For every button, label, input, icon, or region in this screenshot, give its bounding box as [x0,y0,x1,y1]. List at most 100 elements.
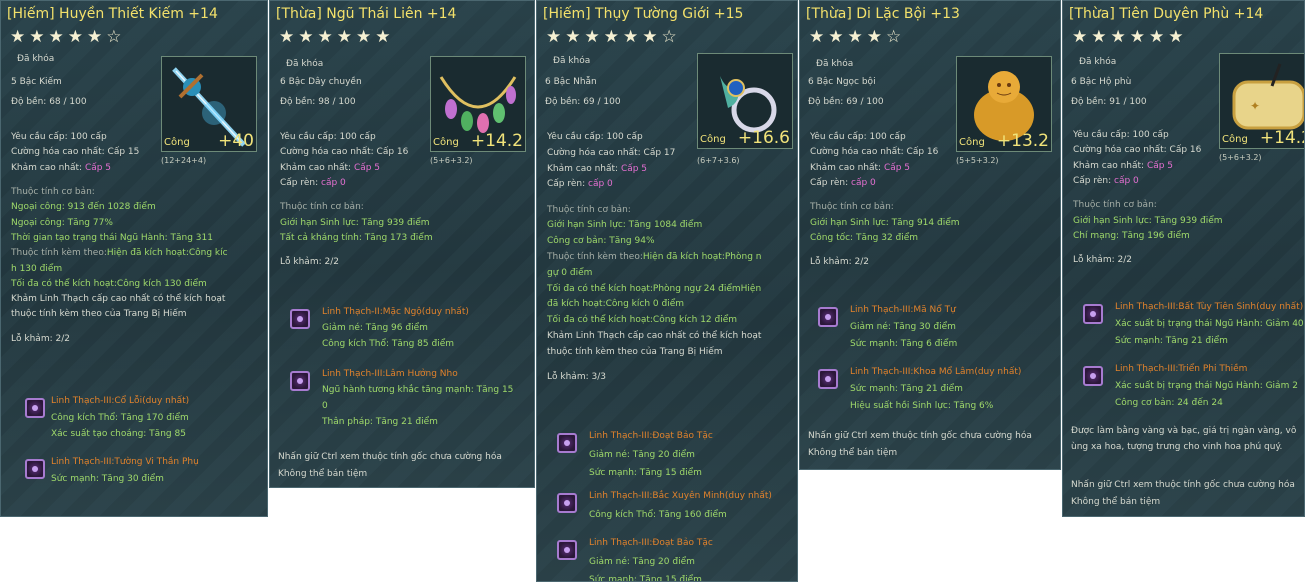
item-description: Được làm bằng vàng và bạc, giá trị ngàn … [1071,426,1297,436]
attribute-text: Cường hóa cao nhất: Cấp 16 [1073,145,1202,156]
attribute-line: Cường hóa cao nhất: Cấp 17 [547,148,675,159]
gem-socket-icon[interactable] [1083,366,1103,386]
gem-line: Sức mạnh: Tăng 21 điểm [1115,336,1228,346]
attack-breakdown: (5+6+3.2) [1219,153,1262,162]
footer-note: Không thể bán tiệm [278,469,368,479]
attribute-line: Thuộc tính kèm theo:Hiện đã kích hoạt:Ph… [547,252,761,263]
attribute-line: Tối đa có thể kích hoạt:Công kích 130 đi… [11,279,207,290]
attribute-text: Cấp rèn: [810,177,852,188]
item-icon-slot[interactable]: Công +40 [161,56,257,152]
gem-line: Giảm né: Tăng 96 điểm [322,323,428,333]
attribute-text: Khảm cao nhất: [280,162,354,173]
gem-line: Sức mạnh: Tăng 21 điểm [850,384,963,394]
item-type: 5 Bậc Kiếm [11,77,62,87]
gem-line: Sức mạnh: Tăng 6 điểm [850,339,958,349]
attribute-line: Lỗ khảm: 2/2 [810,257,869,268]
attribute-text: Hiện đã kích hoạt:Phòng n [642,252,762,263]
attribute-line: Tối đa có thể kích hoạt:Phòng ngự 24 điể… [547,284,761,295]
attribute-line: Thuộc tính cơ bản: [547,205,631,216]
item-title: [Hiếm] Huyền Thiết Kiếm +14 [7,6,218,22]
attribute-text: Cường hóa cao nhất: Cấp 15 [11,147,140,158]
attribute-text: Yêu cầu cấp: 100 cấp [547,132,643,142]
attribute-text: Khảm Linh Thạch cấp cao nhất có thể kích… [547,331,762,342]
attribute-line: Yêu cầu cấp: 100 cấp [1073,130,1169,141]
gem-socket-icon[interactable] [557,540,577,560]
attribute-text: Khảm cao nhất: [1073,160,1147,171]
item-title: [Hiếm] Thụy Tường Giới +15 [543,6,744,22]
attribute-line: Khảm cao nhất: Cấp 5 [810,163,910,174]
attribute-text: Thuộc tính cơ bản: [11,187,95,198]
gem-line: Linh Thạch-III:Lâm Hưởng Nho [322,369,458,379]
durability: Độ bền: 68 / 100 [11,97,87,107]
attribute-line: Khảm cao nhất: Cấp 5 [11,163,111,174]
gem-socket-icon[interactable] [25,459,45,479]
attribute-text: Thuộc tính cơ bản: [547,204,631,215]
gem-line: Linh Thạch-III:Đoạt Bảo Tặc [589,431,713,441]
star-rating: ★★★★★★☆ [546,27,681,47]
gem-socket-icon[interactable] [1083,304,1103,324]
attribute-line: h 130 điểm [11,264,62,275]
attribute-text: cấp 0 [588,179,613,190]
attribute-text: Ngoại công: Tăng 77% [11,217,113,228]
attribute-text: Khảm cao nhất: [810,162,884,173]
attribute-text: cấp 0 [851,177,876,188]
attribute-text: Giới hạn Sinh lực: Tăng 939 điểm [280,217,430,228]
item-icon-slot[interactable]: Công +14.2 [430,56,526,152]
attribute-line: Giới hạn Sinh lực: Tăng 939 điểm [280,218,430,229]
item-icon-slot[interactable]: Công +16.6 [697,53,793,149]
attribute-line: Khảm cao nhất: Cấp 5 [547,164,647,175]
gem-socket-icon[interactable] [557,493,577,513]
attribute-text: h 130 điểm [11,263,63,274]
gem-socket-icon[interactable] [818,307,838,327]
footer-note: Nhấn giữ Ctrl xem thuộc tính gốc chưa cư… [278,452,502,462]
attack-bonus: +16.6 [737,128,790,148]
attribute-line: Khảm Linh Thạch cấp cao nhất có thể kích… [11,294,225,305]
gem-socket-icon[interactable] [290,309,310,329]
attribute-line: Lỗ khảm: 2/2 [1073,255,1132,266]
item-title: [Thừa] Ngũ Thái Liên +14 [276,6,457,22]
attribute-text: Yêu cầu cấp: 100 cấp [1073,130,1169,140]
attribute-line: Yêu cầu cấp: 100 cấp [280,132,376,143]
gem-line: Giảm né: Tăng 30 điểm [850,322,956,332]
gem-line: Xác suất bị trạng thái Ngũ Hành: Giảm 40 [1115,319,1304,329]
footer-note: Không thể bán tiệm [1071,497,1161,507]
gem-socket-icon[interactable] [557,433,577,453]
attribute-line: thuộc tính kèm theo của Trang Bị Hiếm [11,309,187,320]
attribute-text: Thuộc tính kèm theo: [11,248,107,259]
gem-socket-icon[interactable] [818,369,838,389]
attack-label: Công [164,137,190,148]
gem-line: Linh Thạch-III:Tường Vi Thần Phụ [51,457,199,467]
attribute-text: Giới hạn Sinh lực: Tăng 914 điểm [810,217,960,228]
attribute-text: đã kích hoạt:Công kích 0 điểm [547,299,684,310]
attribute-text: Cấp rèn: [1073,175,1115,186]
attribute-text: thuộc tính kèm theo của Trang Bị Hiếm [547,346,723,357]
star-rating: ★★★★★★ [1072,27,1188,47]
attribute-line: Thuộc tính kèm theo:Hiện đã kích hoạt:Cô… [11,248,228,259]
item-tooltip-ngu-thai-lien: [Thừa] Ngũ Thái Liên +14 ★★★★★★ Đã khóa 6 B… [269,0,535,488]
lock-status: Đã khóa [553,56,591,66]
gem-line: Sức mạnh: Tăng 15 điểm [589,575,702,582]
attack-bonus: +13.2 [996,131,1049,151]
durability: Độ bền: 98 / 100 [280,97,356,107]
attribute-line: Cấp rèn: cấp 0 [810,178,876,189]
attribute-line: Cấp rèn: cấp 0 [1073,176,1139,187]
attribute-text: Lỗ khảm: 2/2 [11,333,70,344]
attribute-line: Cường hóa cao nhất: Cấp 16 [810,147,938,158]
gem-socket-icon[interactable] [25,398,45,418]
item-tooltip-thuy-tuong-gioi: [Hiếm] Thụy Tường Giới +15 ★★★★★★☆ Đã khóa… [536,0,798,582]
gem-line: Giảm né: Tăng 20 điểm [589,449,695,460]
attribute-text: Khảm cao nhất: [547,163,621,174]
attribute-text: Cường hóa cao nhất: Cấp 17 [547,147,676,158]
attribute-text: Yêu cầu cấp: 100 cấp [11,132,107,142]
attack-label: Công [433,137,459,148]
attribute-line: Giới hạn Sinh lực: Tăng 1084 điểm [547,220,702,231]
attribute-text: Khảm Linh Thạch cấp cao nhất có thể kích… [11,294,226,305]
gem-line: Linh Thạch-III:Cổ Lỗi(duy nhất) [51,396,190,406]
item-icon-slot[interactable]: Công +13.2 [956,56,1052,152]
gem-line: Linh Thạch-III:Triển Phi Thiềm [1115,364,1248,374]
gem-socket-icon[interactable] [290,371,310,391]
durability: Độ bền: 91 / 100 [1071,97,1147,107]
attribute-line: Cường hóa cao nhất: Cấp 15 [11,147,139,158]
attribute-line: gự 0 điểm [547,268,592,279]
item-icon-slot[interactable]: ✦ Công +14.2 [1219,53,1304,149]
